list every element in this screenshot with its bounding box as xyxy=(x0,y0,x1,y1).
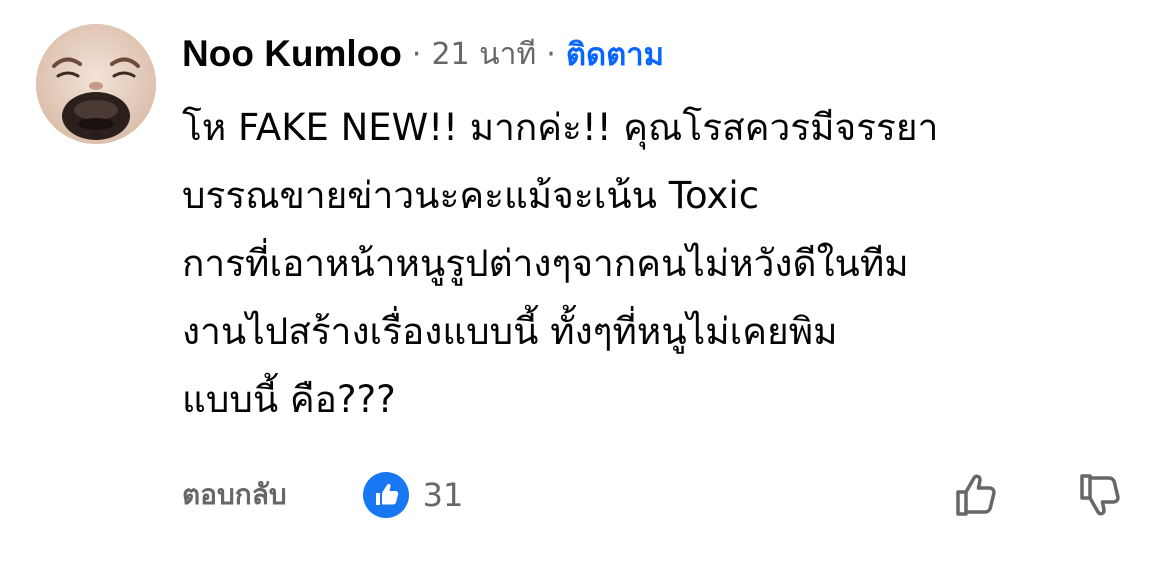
avatar[interactable] xyxy=(36,24,156,144)
like-reaction-icon[interactable] xyxy=(362,472,409,518)
follow-button[interactable]: ติดตาม xyxy=(566,29,664,79)
comment-text-line: แบบนี้ คือ??? xyxy=(182,378,396,421)
author-name[interactable]: Noo Kumloo xyxy=(182,33,402,75)
thumbs-up-outline-icon[interactable] xyxy=(952,470,1002,520)
thumbs-down-outline-icon[interactable] xyxy=(1076,470,1126,520)
comment-header: Noo Kumloo · 21 นาที · ติดตาม xyxy=(182,30,664,78)
comment-actions: ตอบกลับ 31 xyxy=(182,470,463,520)
separator-dot: · xyxy=(411,36,422,72)
comment-item: Noo Kumloo · 21 นาที · ติดตาม โห FAKE NE… xyxy=(0,0,1170,569)
comment-text-line: โห FAKE NEW!! มากค่ะ!! คุณโรสควรมีจรรยา xyxy=(182,106,939,149)
reply-button[interactable]: ตอบกลับ xyxy=(182,473,287,517)
comment-text-line: งานไปสร้างเรื่องแบบนี้ ทั้งๆที่หนูไม่เคย… xyxy=(182,310,838,353)
reaction-count[interactable]: 31 xyxy=(423,476,464,514)
comment-text-line: การที่เอาหน้าหนูรูปต่างๆจากคนไม่หวังดีใน… xyxy=(182,242,909,285)
separator-dot: · xyxy=(546,36,556,72)
comment-timestamp[interactable]: 21 นาที xyxy=(431,31,536,78)
comment-text: โห FAKE NEW!! มากค่ะ!! คุณโรสควรมีจรรยา … xyxy=(182,94,1142,434)
avatar-image xyxy=(36,24,156,144)
comment-text-line: บรรณขายข่าวนะคะแม้จะเน้น Toxic xyxy=(182,174,760,217)
